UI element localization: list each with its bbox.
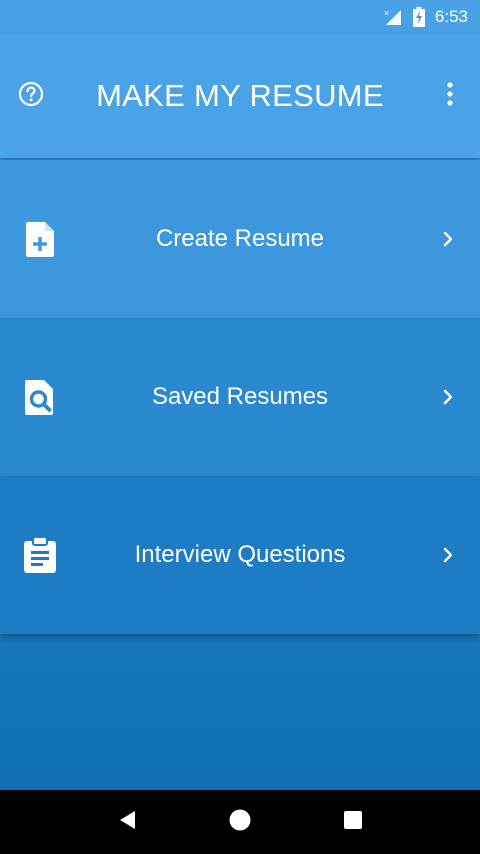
chevron-right-icon: [440, 545, 456, 565]
help-icon: [18, 81, 44, 111]
recents-button[interactable]: [333, 802, 373, 842]
status-bar: × 6:53: [0, 0, 480, 34]
saved-resumes-label: Saved Resumes: [151, 383, 329, 410]
status-time: 6:53: [434, 7, 468, 26]
create-resume-button[interactable]: Create Resume: [0, 160, 480, 318]
clipboard-icon: [20, 535, 60, 575]
help-button[interactable]: [16, 81, 46, 111]
no-signal-icon: ×: [383, 8, 403, 26]
chevron-right-icon: [440, 387, 456, 407]
chevron-right-icon: [440, 229, 456, 249]
home-button[interactable]: [220, 802, 260, 842]
file-search-icon: [20, 377, 60, 417]
back-button[interactable]: [107, 802, 147, 842]
back-icon: [117, 809, 137, 835]
svg-text:×: ×: [384, 8, 389, 18]
more-vert-icon: [446, 82, 454, 110]
system-nav-bar: [0, 790, 480, 854]
home-icon: [228, 808, 252, 836]
file-add-icon: [20, 219, 60, 259]
app-title: MAKE MY RESUME: [96, 78, 384, 113]
saved-resumes-button[interactable]: Saved Resumes: [0, 318, 480, 476]
interview-questions-label: Interview Questions: [134, 541, 346, 568]
recents-icon: [342, 809, 364, 835]
interview-questions-button[interactable]: Interview Questions: [0, 476, 480, 634]
battery-charging-icon: [412, 7, 425, 27]
overflow-menu-button[interactable]: [438, 81, 462, 111]
create-resume-label: Create Resume: [155, 225, 325, 252]
app-bar: MAKE MY RESUME: [0, 34, 480, 158]
